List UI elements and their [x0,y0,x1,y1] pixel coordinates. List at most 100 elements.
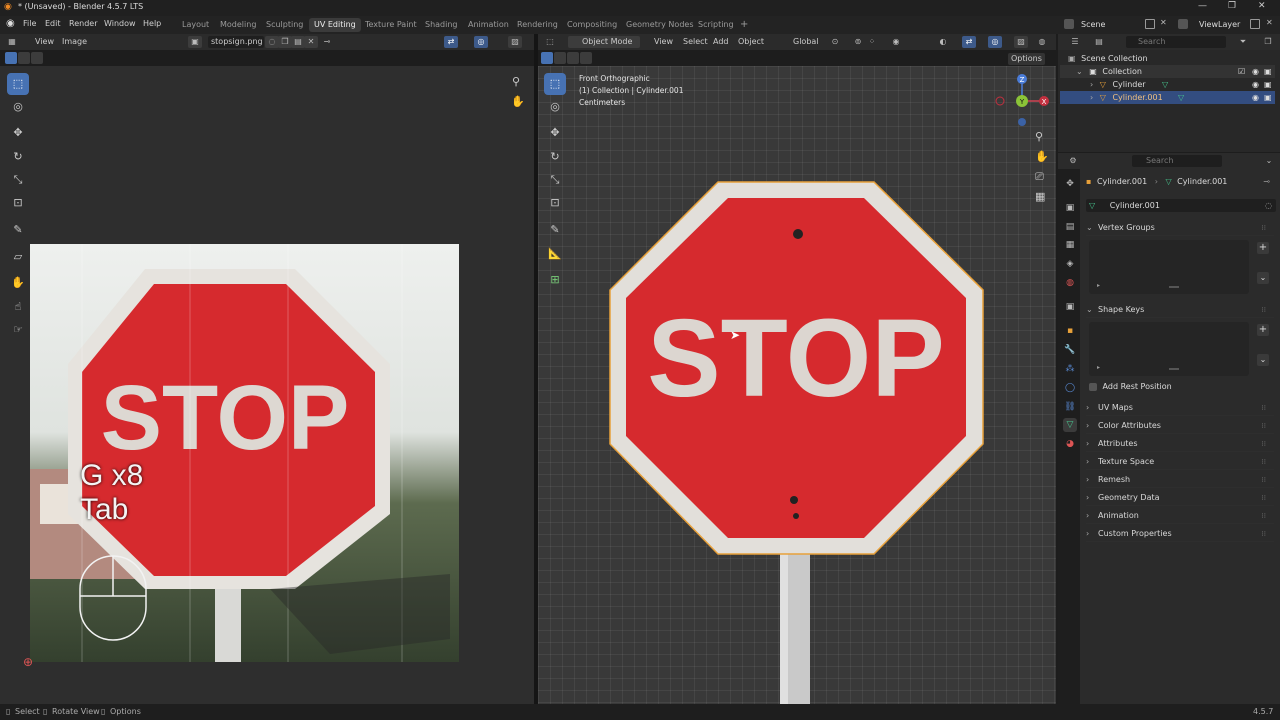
close-icon[interactable]: ✕ [1258,1,1266,11]
tab-texture-paint[interactable]: Texture Paint [360,18,422,32]
panel-texture-space[interactable]: › Texture Space ⁞⁞ [1086,454,1274,470]
pin-icon[interactable]: ⊸ [1263,176,1270,188]
camera-icon[interactable]: ▣ [1264,65,1272,78]
menu-file[interactable]: File [23,19,36,28]
drag-handle-icon[interactable]: ⁞⁞ [1262,472,1266,488]
outliner-row-cylinder[interactable]: › ▽ Cylinder ▽ ◉ ▣ [1060,78,1275,91]
add-cube-tool[interactable]: ⊞ [544,269,566,291]
annotate-tool[interactable]: ✎ [7,219,29,241]
drag-handle-icon[interactable]: ⁞⁞ [1262,454,1266,470]
world-tab-icon[interactable]: ◍ [1063,276,1077,290]
fake-user-shield-icon[interactable]: ◌ [265,36,279,48]
panel-geometry-data[interactable]: › Geometry Data ⁞⁞ [1086,490,1274,506]
overlays-icon[interactable]: ◎ [474,36,488,48]
snap-target-icon[interactable]: ⁘ [865,36,879,48]
viewport-canvas[interactable]: ⬚ ◎ ✥ ↻ ⤡ ⊡ ✎ 📐 ⊞ Front Orthographic (1)… [538,66,1056,708]
rotate-tool[interactable]: ↻ [7,146,29,168]
rip-tool[interactable]: ▱ [7,246,29,268]
mode-selector[interactable]: Object Mode [568,36,640,48]
eye-icon[interactable]: ◉ [1252,65,1259,78]
drag-handle-icon[interactable]: ⁞⁞ [1262,436,1266,452]
transform-tool[interactable]: ⊡ [7,192,29,214]
object-tab-icon[interactable]: ▪ [1063,324,1077,338]
expand-chevron-icon[interactable]: › [1090,80,1093,89]
uv-image-menu[interactable]: Image [59,36,90,48]
camera-view-icon[interactable]: ⎚ [1035,170,1044,184]
pin-icon[interactable]: ⊸ [320,36,334,48]
drag-handle-icon[interactable]: ⁞⁞ [1262,400,1266,416]
drag-handle-icon[interactable]: ⁞⁞ [1262,302,1266,318]
panel-custom-properties[interactable]: › Custom Properties ⁞⁞ [1086,526,1274,542]
select-box-tool[interactable]: ⬚ [7,73,29,95]
stop-sign-object[interactable]: STOP [606,178,986,708]
material-tab-icon[interactable]: ◕ [1063,437,1077,451]
outliner-editor-icon[interactable]: ☰ [1068,36,1082,48]
uv-face-select-icon[interactable] [31,52,43,64]
proportional-edit-icon[interactable]: ◉ [889,36,903,48]
drag-handle-icon[interactable]: ⁞⁞ [1262,526,1266,542]
viewport-annotate-tool[interactable]: ✎ [544,219,566,241]
vertex-group-menu-button[interactable]: ⌄ [1257,272,1269,284]
menu-render[interactable]: Render [69,19,97,28]
relax-tool[interactable]: ☝ [7,296,29,318]
list-resize-grip[interactable] [1169,286,1179,288]
menu-window[interactable]: Window [104,19,136,28]
display-mode-icon[interactable]: ▤ [1092,36,1106,48]
visibility-icon[interactable]: ◐ [936,36,950,48]
properties-options-icon[interactable]: ⌄ [1262,155,1276,167]
measure-tool[interactable]: 📐 [544,243,566,265]
tab-scripting[interactable]: Scripting [693,18,739,32]
remove-view-layer-icon[interactable]: ✕ [1266,18,1273,27]
new-collection-icon[interactable]: ❐ [1261,36,1275,48]
list-resize-grip[interactable] [1169,368,1179,370]
snap-icon[interactable]: ⊚ [851,36,865,48]
navigation-gizmo[interactable]: Z Y X [993,72,1053,130]
shading-wireframe-icon[interactable]: ◍ [1035,36,1049,48]
pinch-tool[interactable]: ☞ [7,319,29,341]
eye-icon[interactable]: ◉ [1252,91,1259,104]
collection-tab-icon[interactable]: ▣ [1063,300,1077,314]
shape-keys-list[interactable]: ▸ [1089,322,1249,376]
gizmo-toggle-icon[interactable]: ⇄ [962,36,976,48]
panel-attributes[interactable]: › Attributes ⁞⁞ [1086,436,1274,452]
viewport-cursor-tool[interactable]: ◎ [544,96,566,118]
viewport-scale-tool[interactable]: ⤡ [544,169,566,191]
select-mode-extra-icon[interactable] [580,52,592,64]
maximize-icon[interactable]: ❐ [1228,1,1236,11]
vertex-select-icon[interactable] [541,52,553,64]
scene-selector-icon[interactable] [1064,19,1074,29]
add-vertex-group-button[interactable]: + [1257,242,1269,254]
drag-handle-icon[interactable]: ⁞⁞ [1262,418,1266,434]
datablock-name[interactable]: Cylinder.001 [1110,201,1160,210]
tab-geometry-nodes[interactable]: Geometry Nodes [621,18,698,32]
camera-icon[interactable]: ▣ [1264,91,1272,104]
checkbox-icon[interactable] [1089,382,1097,391]
scene-tab-icon[interactable]: ◈ [1063,257,1077,271]
viewport-object-menu[interactable]: Object [735,36,767,48]
viewport-rotate-tool[interactable]: ↻ [544,146,566,168]
outliner-filter-icon[interactable]: ⏷ [1236,36,1250,48]
new-scene-icon[interactable] [1145,19,1155,29]
viewport-editor-type-icon[interactable]: ⬚ [543,36,557,48]
transform-orientation[interactable]: Global [783,36,822,48]
overlay-toggle-icon[interactable]: ◎ [988,36,1002,48]
image-browse-icon[interactable]: ▣ [188,36,202,48]
outliner-search[interactable]: Search [1126,36,1226,48]
xray-icon[interactable]: ▨ [1014,36,1028,48]
render-tab-icon[interactable]: ▣ [1063,201,1077,215]
panel-remesh[interactable]: › Remesh ⁞⁞ [1086,472,1274,488]
menu-help[interactable]: Help [143,19,161,28]
exclude-checkbox-icon[interactable]: ☑ [1238,65,1245,78]
modifier-tab-icon[interactable]: 🔧 [1063,343,1077,357]
panel-vertex-groups[interactable]: ⌄ Vertex Groups ⁞⁞ [1086,220,1274,236]
tab-layout[interactable]: Layout [177,18,214,32]
expand-chevron-icon[interactable]: › [1090,93,1093,102]
add-workspace-button[interactable]: + [735,18,753,32]
drag-handle-icon[interactable]: ⁞⁞ [1262,508,1266,524]
scene-name[interactable]: Scene [1081,20,1105,29]
face-select-icon[interactable] [567,52,579,64]
uv-editor-canvas[interactable]: ⬚ ◎ ✥ ↻ ⤡ ⊡ ✎ ▱ ✋ ☝ ☞ ⚲ ✋ STOP G x8 Tab [0,66,534,704]
tab-shading[interactable]: Shading [420,18,463,32]
constraints-tab-icon[interactable]: ⛓ [1063,400,1077,414]
list-expand-icon[interactable]: ▸ [1097,282,1100,289]
